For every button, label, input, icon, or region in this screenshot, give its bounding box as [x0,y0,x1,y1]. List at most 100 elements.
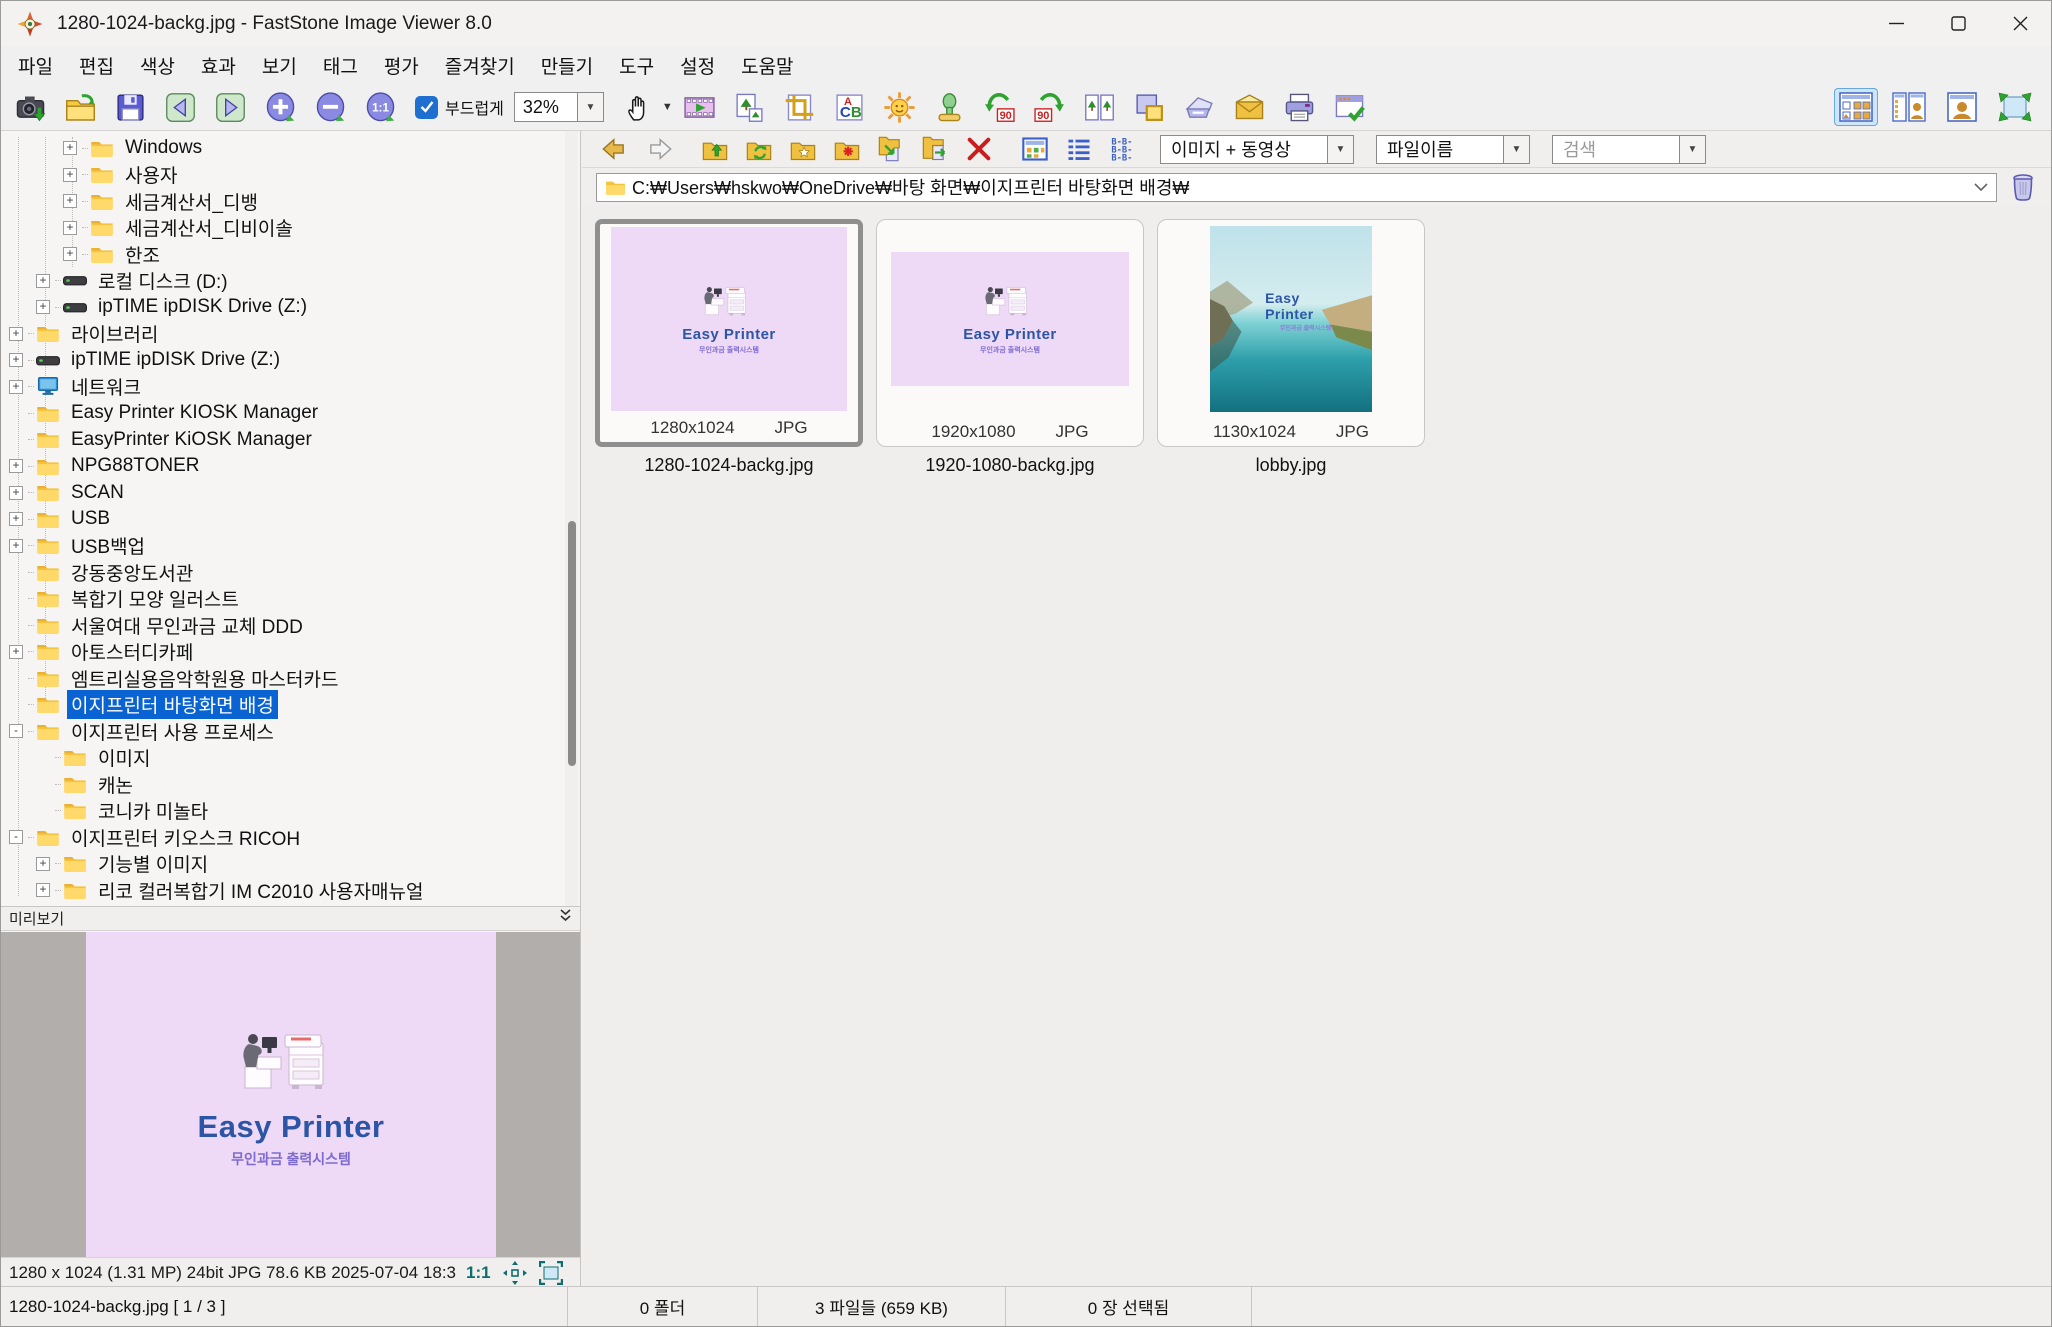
collapse-icon[interactable]: - [9,830,23,844]
tree-item[interactable]: 서울여대 무인과금 교체 DDD [1,612,580,639]
expand-icon[interactable]: + [9,353,23,367]
tree-item-label[interactable]: Windows [121,136,206,160]
copy-to-folder-icon[interactable] [916,133,954,165]
tree-item-label[interactable]: USB [67,507,114,531]
expand-icon[interactable]: + [63,141,77,155]
expand-icon[interactable]: + [36,274,50,288]
menu-item-7[interactable]: 평가 [371,46,432,85]
menu-item-5[interactable]: 보기 [249,46,310,85]
batch-rename-icon[interactable]: A CB [829,87,871,127]
thumbnail-image[interactable]: Easy Printer무인과금 출력시스템 [1210,226,1372,412]
sort-options-icon[interactable]: B-B-B-B-B-B- [1104,133,1142,165]
expand-icon[interactable]: + [9,645,23,659]
adjust-colors-icon[interactable] [879,87,921,127]
thumbnail-filename[interactable]: lobby.jpg [1256,455,1327,476]
tree-item-label[interactable]: 이미지 [94,743,154,772]
sort-by-dropdown-icon[interactable]: ▼ [1504,135,1530,164]
menu-item-12[interactable]: 도움말 [728,46,806,85]
expand-icon[interactable]: + [9,512,23,526]
tree-item-label[interactable]: 리코 컬러복합기 IM C2010 사용자매뉴얼 [94,876,427,905]
tree-item-label[interactable]: 이지프린터 사용 프로세스 [67,717,278,746]
close-button[interactable] [1989,1,2051,46]
save-icon[interactable] [109,87,151,127]
refresh-folder-icon[interactable] [740,133,778,165]
collapse-icon[interactable]: - [9,724,23,738]
next-image-icon[interactable] [209,87,251,127]
zoom-out-icon[interactable] [309,87,351,127]
detail-list-view-icon[interactable] [1060,133,1098,165]
tree-scrollbar[interactable] [565,131,578,906]
expand-icon[interactable]: + [9,539,23,553]
fullscreen-view-button[interactable] [1993,88,2037,126]
tree-item-label[interactable]: 이지프린터 키오스크 RICOH [67,823,304,852]
clone-stamp-icon[interactable] [929,87,971,127]
thumbnail-grid-view-icon[interactable] [1016,133,1054,165]
address-bar[interactable]: C:₩Users₩hskwo₩OneDrive₩바탕 화면₩이지프린터 바탕화면… [596,173,1997,202]
delete-icon[interactable] [960,133,998,165]
tree-item[interactable]: + ipTIME ipDISK Drive (Z:) [1,347,580,374]
thumbnail-image[interactable]: Easy Printer무인과금 출력시스템 [891,252,1129,386]
tree-item[interactable]: + 세금계산서_디비이솔 [1,215,580,242]
tree-item-label[interactable]: EasyPrinter KiOSK Manager [67,428,316,452]
fullscreen-preview-icon[interactable] [539,1261,563,1285]
menu-item-10[interactable]: 도구 [606,46,667,85]
expand-icon[interactable]: + [9,327,23,341]
up-folder-icon[interactable] [696,133,734,165]
settings-icon[interactable] [1329,87,1371,127]
expand-icon[interactable]: + [36,857,50,871]
preview-image[interactable]: Easy Printer 무인과금 출력시스템 [86,932,496,1257]
tree-scrollbar-thumb[interactable] [568,521,576,766]
crop-icon[interactable] [779,87,821,127]
tree-item[interactable]: - 이지프린터 사용 프로세스 [1,718,580,745]
sort-by-combo[interactable]: 파일이름 ▼ [1376,135,1530,164]
previous-image-icon[interactable] [159,87,201,127]
tree-item[interactable]: Easy Printer KIOSK Manager [1,400,580,427]
tree-item-label[interactable]: 라이브러리 [67,319,162,348]
expand-icon[interactable]: + [9,380,23,394]
slideshow-icon[interactable] [679,87,721,127]
tree-item-label[interactable]: USB백업 [67,531,149,560]
tree-item[interactable]: 코니카 미놀타 [1,798,580,825]
menu-item-9[interactable]: 만들기 [528,46,606,85]
tree-item[interactable]: + 아토스터디카페 [1,639,580,666]
thumbnail-card[interactable]: Easy Printer무인과금 출력시스템1920x1080JPG [876,219,1144,447]
zoom-level-dropdown-icon[interactable]: ▼ [578,92,604,122]
tree-item-label[interactable]: Easy Printer KIOSK Manager [67,401,322,425]
tree-item-label[interactable]: 코니카 미놀타 [94,796,212,825]
menu-item-4[interactable]: 효과 [188,46,249,85]
tree-item-label[interactable]: ipTIME ipDISK Drive (Z:) [67,348,284,372]
menu-item-1[interactable]: 파일 [5,46,66,85]
favorites-folder-icon[interactable] [784,133,822,165]
back-icon[interactable] [596,133,634,165]
tree-item[interactable]: 복합기 모양 일러스트 [1,586,580,613]
tree-item[interactable]: +세금계산서_디뱅 [1,188,580,215]
tree-item[interactable]: +로컬 디스크 (D:) [1,268,580,295]
thumbnail-image[interactable]: Easy Printer무인과금 출력시스템 [611,227,847,411]
open-file-icon[interactable] [59,87,101,127]
tree-item-label[interactable]: 세금계산서_디비이솔 [121,213,297,242]
expand-icon[interactable]: + [9,459,23,473]
tree-item-label[interactable]: 복합기 모양 일러스트 [67,584,243,613]
zoom-in-icon[interactable] [259,87,301,127]
tree-item-label[interactable]: NPG88TONER [67,454,203,478]
minimize-button[interactable] [1865,1,1927,46]
thumbnail-card-selected[interactable]: Easy Printer무인과금 출력시스템1280x1024JPG [595,219,863,447]
tree-item-label[interactable]: 아토스터디카페 [67,637,197,666]
tree-item[interactable]: +기능별 이미지 [1,851,580,878]
expand-icon[interactable]: + [63,221,77,235]
tree-item[interactable]: + Windows [1,135,580,162]
thumbnail-browser-view-button[interactable] [1834,88,1878,126]
tree-item-label[interactable]: 엠트리실용음악학원용 마스터카드 [67,664,342,693]
tree-item-label[interactable]: 세금계산서_디뱅 [121,187,262,216]
compare-icon[interactable] [1079,87,1121,127]
maximize-button[interactable] [1927,1,1989,46]
tree-item[interactable]: EasyPrinter KiOSK Manager [1,427,580,454]
expand-icon[interactable]: + [63,168,77,182]
image-view-button[interactable] [1940,88,1984,126]
rotate-right-icon[interactable]: 90 [1029,87,1071,127]
move-to-folder-icon[interactable] [872,133,910,165]
tree-item-label[interactable]: SCAN [67,481,128,505]
menu-item-3[interactable]: 색상 [127,46,188,85]
address-dropdown-icon[interactable] [1966,180,1988,195]
forward-icon[interactable] [640,133,678,165]
